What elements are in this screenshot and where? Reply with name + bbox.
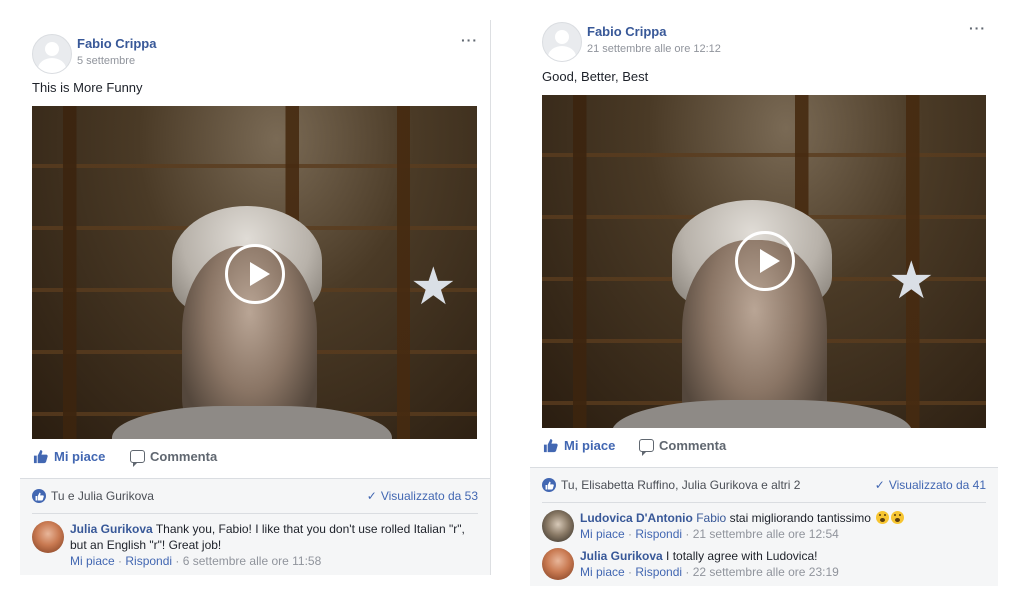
video-player[interactable]: ★ <box>542 95 986 428</box>
star-decoration-icon: ★ <box>888 252 935 310</box>
astonished-emoji-icon <box>891 511 905 524</box>
more-options-icon[interactable]: ··· <box>461 32 478 48</box>
play-icon[interactable] <box>735 231 795 291</box>
thumbs-up-icon <box>33 449 48 464</box>
star-decoration-icon: ★ <box>410 258 457 316</box>
mention-tag[interactable]: Fabio <box>696 511 726 525</box>
comment-icon <box>130 450 145 467</box>
seen-by[interactable]: ✓ Visualizzato da 41 <box>875 478 986 492</box>
post-header: Fabio Crippa 5 settembre ··· <box>32 32 478 74</box>
post-header: Fabio Crippa 21 settembre alle ore 12:12… <box>542 20 986 62</box>
avatar[interactable] <box>542 22 582 62</box>
seen-by[interactable]: ✓ Visualizzato da 53 <box>367 489 478 503</box>
separator: · <box>682 565 693 579</box>
avatar[interactable] <box>32 34 72 74</box>
reply-link[interactable]: Rispondi <box>635 527 682 541</box>
comment-text: stai migliorando tantissimo <box>729 511 871 525</box>
comment-like-link[interactable]: Mi piace <box>70 554 115 568</box>
separator: · <box>624 527 636 541</box>
post-date[interactable]: 21 settembre alle ore 12:12 <box>587 43 721 55</box>
comment: Julia Gurikova Thank you, Fabio! I like … <box>32 521 478 573</box>
post-footer: Tu e Julia Gurikova ✓ Visualizzato da 53… <box>20 478 490 575</box>
post-date[interactable]: 5 settembre <box>77 55 135 67</box>
seen-by-count: Visualizzato da 53 <box>380 489 478 503</box>
commenter-name[interactable]: Julia Gurikova <box>70 522 153 536</box>
checkmark-icon: ✓ <box>366 489 377 503</box>
comment: Ludovica D'Antonio Fabio stai migliorand… <box>542 510 986 546</box>
post-text: Good, Better, Best <box>542 69 649 84</box>
like-button[interactable]: Mi piace <box>32 449 105 464</box>
seen-by-count: Visualizzato da 41 <box>888 478 986 492</box>
separator: · <box>172 554 183 568</box>
separator: · <box>624 565 636 579</box>
commenter-avatar[interactable] <box>32 521 64 553</box>
post-card: Fabio Crippa 21 settembre alle ore 12:12… <box>530 8 998 586</box>
post-text: This is More Funny <box>32 80 143 95</box>
comment-label: Commenta <box>659 438 727 453</box>
thumbs-up-icon <box>543 438 558 453</box>
comment-like-link[interactable]: Mi piace <box>580 527 625 541</box>
reactions-summary[interactable]: Tu, Elisabetta Ruffino, Julia Gurikova e… <box>561 478 800 492</box>
like-label: Mi piace <box>564 438 616 453</box>
commenter-avatar[interactable] <box>542 510 574 542</box>
like-reaction-icon <box>32 489 46 503</box>
commenter-avatar[interactable] <box>542 548 574 580</box>
separator: · <box>682 527 693 541</box>
comment-time[interactable]: 6 settembre alle ore 11:58 <box>183 554 322 568</box>
commenter-name[interactable]: Ludovica D'Antonio <box>580 511 693 525</box>
post-actions: Mi piace Commenta <box>32 449 477 473</box>
play-icon[interactable] <box>225 244 285 304</box>
author-name[interactable]: Fabio Crippa <box>587 24 666 39</box>
commenter-name[interactable]: Julia Gurikova <box>580 549 663 563</box>
comment-icon <box>639 439 654 456</box>
separator: · <box>114 554 126 568</box>
comment-button[interactable]: Commenta <box>639 438 727 456</box>
like-reaction-icon <box>542 478 556 492</box>
checkmark-icon: ✓ <box>874 478 885 492</box>
comment: Julia Gurikova I totally agree with Ludo… <box>542 548 986 584</box>
comment-time[interactable]: 21 settembre alle ore 12:54 <box>693 527 839 541</box>
comment-text: I totally agree with Ludovica! <box>666 549 818 563</box>
comment-label: Commenta <box>150 449 218 464</box>
comment-button[interactable]: Commenta <box>130 449 218 467</box>
like-label: Mi piace <box>54 449 106 464</box>
post-actions: Mi piace Commenta <box>542 438 986 462</box>
comment-time[interactable]: 22 settembre alle ore 23:19 <box>693 565 839 579</box>
comment-like-link[interactable]: Mi piace <box>580 565 625 579</box>
more-options-icon[interactable]: ··· <box>969 20 986 36</box>
reply-link[interactable]: Rispondi <box>125 554 172 568</box>
author-name[interactable]: Fabio Crippa <box>77 36 156 51</box>
astonished-emoji-icon <box>876 511 890 524</box>
like-button[interactable]: Mi piace <box>542 438 615 453</box>
reactions-summary[interactable]: Tu e Julia Gurikova <box>51 489 154 503</box>
post-footer: Tu, Elisabetta Ruffino, Julia Gurikova e… <box>530 467 998 586</box>
reply-link[interactable]: Rispondi <box>635 565 682 579</box>
video-player[interactable]: ★ <box>32 106 477 439</box>
post-card: Fabio Crippa 5 settembre ··· This is Mor… <box>20 20 491 575</box>
